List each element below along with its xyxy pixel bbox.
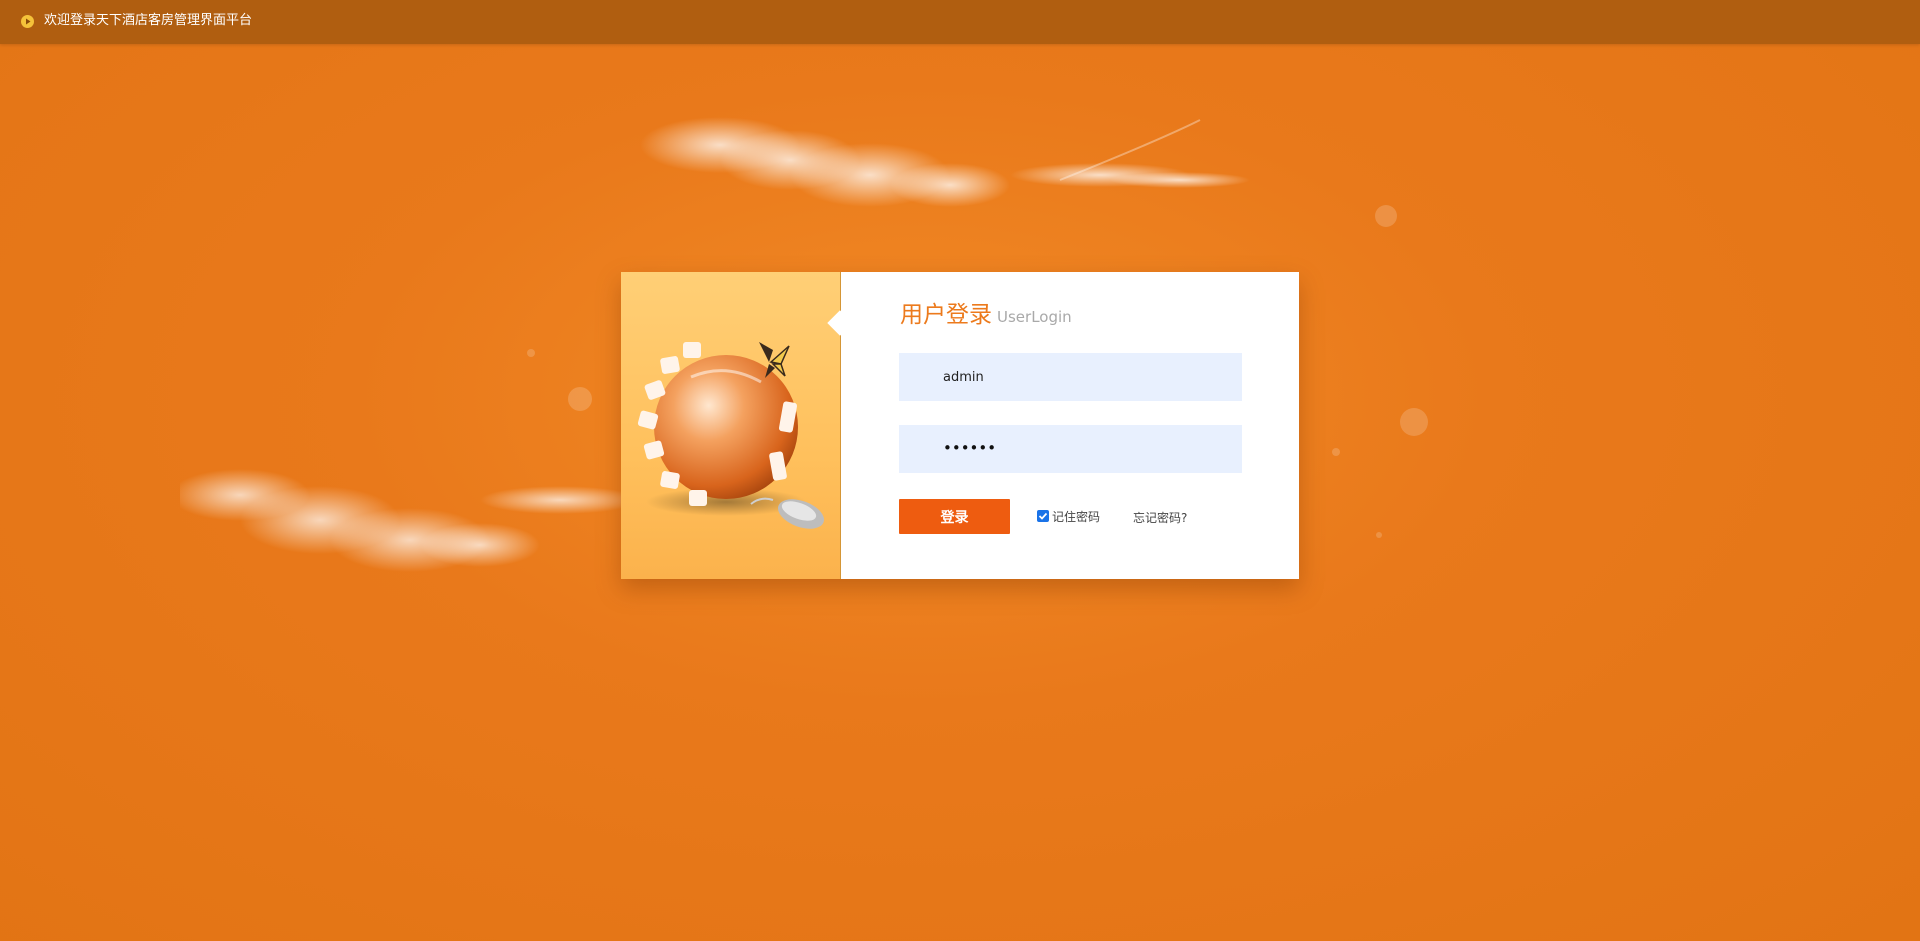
remember-checkbox[interactable]: [1037, 510, 1049, 522]
password-input[interactable]: [899, 425, 1242, 473]
bubble-decoration: [1376, 532, 1382, 538]
page-title: 欢迎登录天下酒店客房管理界面平台: [44, 13, 253, 28]
bubble-decoration: [1375, 205, 1397, 227]
bubble-decoration: [1332, 448, 1340, 456]
username-input[interactable]: [899, 353, 1242, 401]
login-card: 用户登录UserLogin •••••• 登录 记住密码 忘记密码?: [621, 272, 1299, 579]
remember-label: 记住密码: [1052, 510, 1101, 524]
puzzle-globe-illustration: [637, 342, 824, 529]
login-illustration-panel: [621, 272, 841, 579]
bubble-decoration: [1400, 408, 1428, 436]
login-title-en: UserLogin: [997, 308, 1072, 326]
bubble-decoration: [527, 349, 535, 357]
cloud-left-decoration: [180, 469, 640, 572]
cloud-top-decoration: [640, 117, 1250, 207]
login-title: 用户登录 UserLogin: [900, 300, 1072, 332]
forgot-password-link[interactable]: 忘记密码?: [1133, 509, 1187, 526]
remember-password[interactable]: 记住密码: [1037, 508, 1100, 525]
login-button[interactable]: 登录: [899, 499, 1010, 534]
bubble-decoration: [568, 387, 592, 411]
play-circle-icon: [21, 15, 34, 28]
top-bar: 欢迎登录天下酒店客房管理界面平台: [0, 0, 1920, 44]
login-title-cn: 用户登录: [900, 302, 992, 328]
